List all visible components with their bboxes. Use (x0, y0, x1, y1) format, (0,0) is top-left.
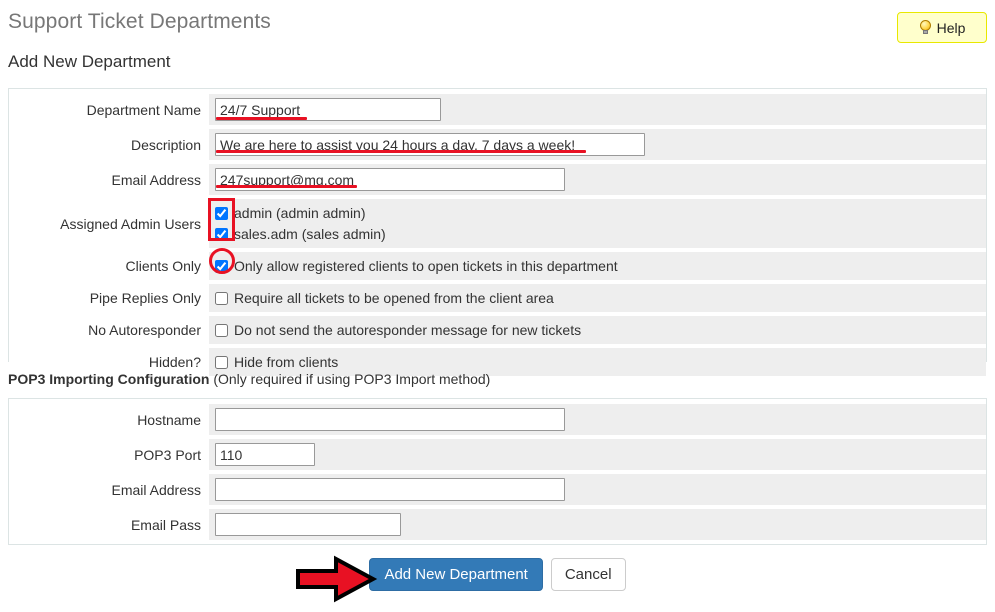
department-name-input[interactable] (215, 98, 441, 121)
field-cell-description (209, 127, 986, 162)
field-cell-assigned-admin-users: admin (admin admin) sales.adm (sales adm… (209, 197, 986, 250)
pipe-replies-only-label: Require all tickets to be opened from th… (234, 290, 554, 306)
field-cell-pop3-port (209, 437, 986, 472)
form-row-pipe-replies-only: Pipe Replies Only Require all tickets to… (9, 282, 986, 314)
pop3-section-heading: POP3 Importing Configuration (Only requi… (8, 371, 490, 387)
field-cell-department-name (209, 92, 986, 127)
admin-user-checkbox-sales[interactable] (215, 227, 228, 241)
label-no-autoresponder: No Autoresponder (9, 314, 209, 346)
label-department-name: Department Name (9, 92, 209, 127)
label-pop3-port: POP3 Port (9, 437, 209, 472)
description-input[interactable] (215, 133, 645, 156)
no-autoresponder-checkbox[interactable] (215, 323, 228, 337)
label-email-address: Email Address (9, 162, 209, 197)
form-row-description: Description (9, 127, 986, 162)
admin-user-option-admin[interactable]: admin (admin admin) (215, 203, 980, 223)
form-row-department-name: Department Name (9, 92, 986, 127)
label-hostname: Hostname (9, 402, 209, 437)
hidden-option[interactable]: Hide from clients (215, 352, 980, 372)
help-button-label: Help (936, 19, 966, 36)
clients-only-checkbox[interactable] (215, 259, 228, 273)
page-root: Support Ticket Departments Help Add New … (0, 0, 995, 612)
help-button[interactable]: Help (897, 12, 987, 43)
field-cell-clients-only: Only allow registered clients to open ti… (209, 250, 986, 282)
admin-user-checkbox-admin[interactable] (215, 206, 228, 220)
pipe-replies-only-checkbox[interactable] (215, 291, 228, 305)
pop3-email-address-input[interactable] (215, 478, 565, 501)
label-assigned-admin-users: Assigned Admin Users (9, 197, 209, 250)
admin-user-label-admin: admin (admin admin) (234, 205, 366, 221)
page-title: Support Ticket Departments (8, 10, 271, 33)
clients-only-option[interactable]: Only allow registered clients to open ti… (215, 256, 980, 276)
form-row-no-autoresponder: No Autoresponder Do not send the autores… (9, 314, 986, 346)
form-row-pop3-port: POP3 Port (9, 437, 986, 472)
no-autoresponder-option[interactable]: Do not send the autoresponder message fo… (215, 320, 980, 340)
lightbulb-icon (919, 20, 932, 35)
hidden-checkbox[interactable] (215, 355, 228, 369)
form-row-assigned-admin-users: Assigned Admin Users admin (admin admin)… (9, 197, 986, 250)
hostname-input[interactable] (215, 408, 565, 431)
form-row-clients-only: Clients Only Only allow registered clien… (9, 250, 986, 282)
form-row-email-pass: Email Pass (9, 507, 986, 542)
section-heading-add-new-department: Add New Department (8, 52, 171, 71)
admin-user-option-sales[interactable]: sales.adm (sales admin) (215, 224, 980, 244)
pop3-port-input[interactable] (215, 443, 315, 466)
field-cell-pipe-replies-only: Require all tickets to be opened from th… (209, 282, 986, 314)
hidden-label: Hide from clients (234, 354, 339, 370)
label-email-pass: Email Pass (9, 507, 209, 542)
label-pipe-replies-only: Pipe Replies Only (9, 282, 209, 314)
field-cell-email-pass (209, 507, 986, 542)
pop3-heading-note: (Only required if using POP3 Import meth… (213, 371, 491, 387)
field-cell-no-autoresponder: Do not send the autoresponder message fo… (209, 314, 986, 346)
pipe-replies-only-option[interactable]: Require all tickets to be opened from th… (215, 288, 980, 308)
add-new-department-button[interactable]: Add New Department (369, 558, 543, 591)
field-cell-pop3-email-address (209, 472, 986, 507)
form-actions: Add New Department Cancel (0, 558, 995, 591)
field-cell-hostname (209, 402, 986, 437)
clients-only-label: Only allow registered clients to open ti… (234, 258, 618, 274)
pop3-heading-text: POP3 Importing Configuration (8, 371, 210, 387)
department-form-panel: Department Name Description Email Addres… (8, 88, 987, 378)
email-pass-input[interactable] (215, 513, 401, 536)
cancel-button[interactable]: Cancel (550, 558, 626, 591)
form-row-pop3-email-address: Email Address (9, 472, 986, 507)
no-autoresponder-label: Do not send the autoresponder message fo… (234, 322, 582, 338)
label-description: Description (9, 127, 209, 162)
email-address-input[interactable] (215, 168, 565, 191)
form-row-hostname: Hostname (9, 402, 986, 437)
label-pop3-email-address: Email Address (9, 472, 209, 507)
admin-user-label-sales: sales.adm (sales admin) (234, 226, 386, 242)
form-row-email-address: Email Address (9, 162, 986, 197)
pop3-form-panel: Hostname POP3 Port Email Address Email P… (8, 398, 987, 545)
field-cell-email-address (209, 162, 986, 197)
label-clients-only: Clients Only (9, 250, 209, 282)
